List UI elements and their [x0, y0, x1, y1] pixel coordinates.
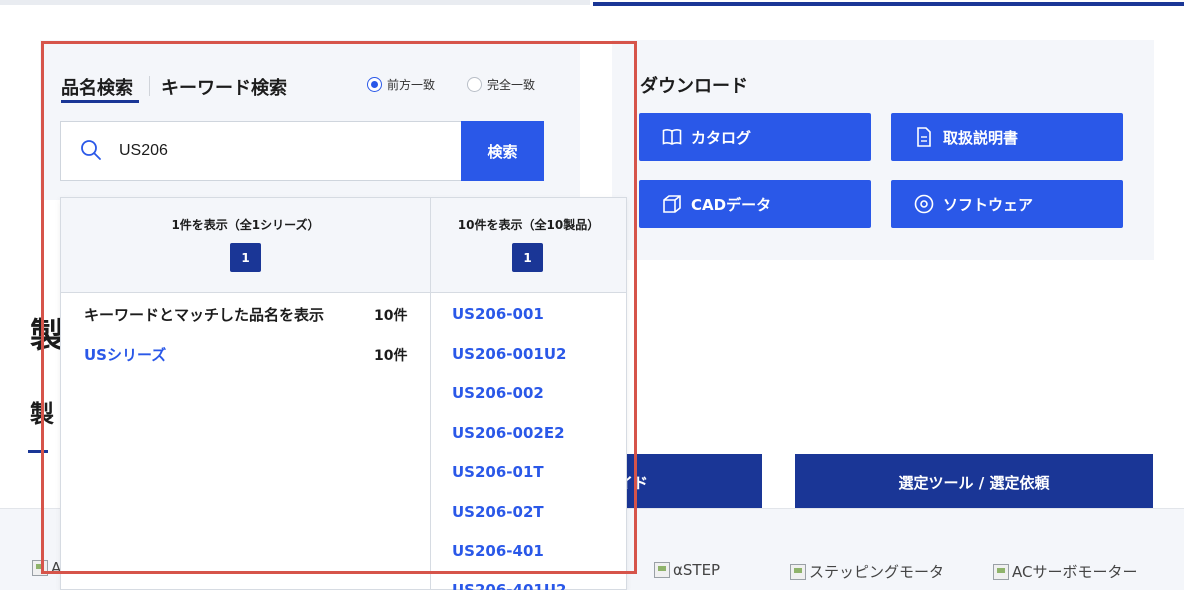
software-label: ソフトウェア [943, 195, 1034, 214]
products-page-button[interactable]: 1 [512, 243, 543, 272]
top-divider-left [0, 0, 590, 5]
search-icon [79, 138, 105, 164]
disc-icon [913, 193, 935, 215]
category-image-stepping-motor[interactable]: ステッピングモータ [790, 561, 944, 582]
radio-prefix-label: 前方一致 [387, 78, 436, 92]
product-link[interactable]: US206-002E2 [452, 424, 565, 442]
category-image-1[interactable]: A [32, 559, 61, 577]
tab-separator [149, 76, 150, 96]
document-icon [913, 126, 935, 148]
catalog-label: カタログ [691, 128, 752, 147]
tab-underline [28, 450, 48, 453]
series-page-button[interactable]: 1 [230, 243, 261, 272]
matched-names-count: 10件 [374, 308, 408, 324]
selection-tool-label: 選定ツール / 選定依頼 [898, 473, 1050, 492]
series-link[interactable]: USシリーズ [84, 344, 166, 365]
product-link[interactable]: US206-02T [452, 503, 544, 521]
book-icon [661, 126, 683, 148]
product-link[interactable]: US206-401U2 [452, 581, 566, 590]
search-field [60, 121, 462, 181]
radio-exact-match[interactable]: 完全一致 [467, 76, 535, 93]
product-link[interactable]: US206-001U2 [452, 345, 566, 363]
series-count: 10件 [374, 348, 408, 364]
category-image-astep[interactable]: αSTEP [654, 561, 720, 579]
tab-product-name-search[interactable]: 品名検索 [61, 74, 133, 100]
broken-image-icon [654, 562, 670, 578]
section-subheading: 製 [30, 400, 54, 428]
series-count-label: 1件を表示（全1シリーズ） [171, 218, 320, 232]
product-link[interactable]: US206-401 [452, 542, 544, 560]
matched-names-heading: キーワードとマッチした品名を表示 [84, 306, 325, 324]
broken-image-icon [32, 560, 48, 576]
product-link[interactable]: US206-001 [452, 305, 544, 323]
active-tab-indicator [61, 100, 139, 103]
radio-selected-icon [367, 77, 382, 92]
radio-prefix-match[interactable]: 前方一致 [367, 76, 435, 93]
software-button[interactable]: ソフトウェア [891, 180, 1123, 228]
manual-label: 取扱説明書 [943, 128, 1019, 147]
top-divider-right [593, 2, 1184, 6]
product-link[interactable]: US206-002 [452, 384, 544, 402]
cad-data-button[interactable]: CADデータ [639, 180, 871, 228]
catalog-button[interactable]: カタログ [639, 113, 871, 161]
tab-keyword-search[interactable]: キーワード検索 [161, 74, 287, 100]
selection-tool-button[interactable]: 選定ツール / 選定依頼 [795, 454, 1153, 510]
download-title: ダウンロード [640, 76, 748, 97]
search-input[interactable] [119, 142, 439, 160]
results-column-divider [430, 198, 431, 590]
radio-unselected-icon [467, 77, 482, 92]
cad-data-label: CADデータ [691, 195, 772, 214]
category-image-ac-servo[interactable]: ACサーボモーター [993, 561, 1137, 582]
products-count-label: 10件を表示（全10製品） [457, 218, 600, 232]
manual-button[interactable]: 取扱説明書 [891, 113, 1123, 161]
cube-icon [661, 193, 683, 215]
broken-image-icon [790, 563, 806, 580]
broken-image-icon [993, 563, 1009, 580]
product-link[interactable]: US206-01T [452, 463, 544, 481]
search-button[interactable]: 検索 [461, 121, 544, 181]
radio-exact-label: 完全一致 [487, 78, 536, 92]
section-heading: 製 [30, 316, 64, 356]
